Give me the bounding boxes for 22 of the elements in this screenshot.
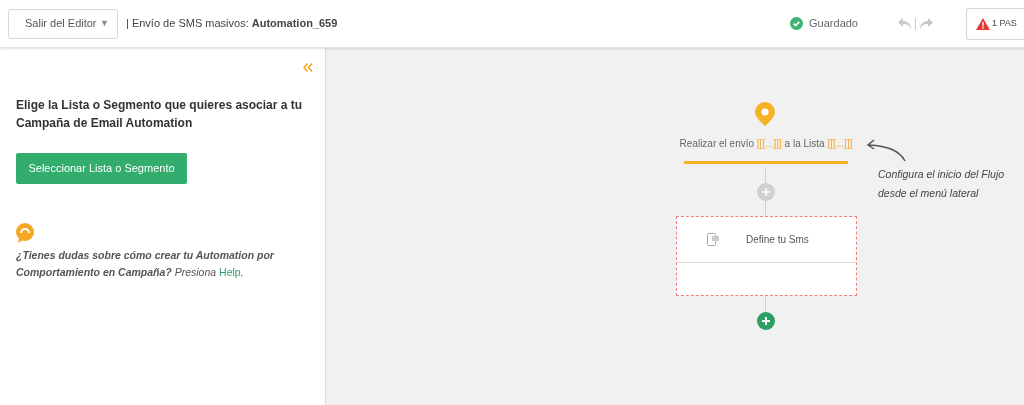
help-link[interactable]: Help: [219, 266, 241, 278]
check-icon: [790, 17, 804, 30]
sidebar-heading: Elige la Lista o Segmento que quieres asociar a tu Campaña de Email Automation: [16, 97, 304, 132]
collapse-icon[interactable]: [303, 63, 313, 72]
campaign-title: | Envío de SMS masivos: Automation_659: [126, 16, 338, 32]
add-step-icon[interactable]: [757, 183, 775, 201]
sms-node-label: Define tu Sms: [746, 233, 809, 247]
curved-arrow: [865, 138, 907, 162]
hint-text: Configura el inicio del Flujo: [878, 167, 1005, 182]
phone-icon: [707, 233, 719, 246]
sms-node[interactable]: Define tu Sms: [676, 216, 857, 296]
help-chat-icon: [16, 223, 34, 243]
add-step-icon[interactable]: [757, 312, 775, 330]
pin-icon: [755, 102, 775, 126]
warning-button[interactable]: 1 PAS: [966, 7, 1024, 40]
exit-editor-dropdown[interactable]: Salir del Editor ▼: [8, 8, 118, 39]
hint-text: desde el menú lateral: [878, 186, 980, 201]
help-text: ¿Tienes dudas sobre cómo crear tu Automation por Comportamiento en Campaña? Presiona Help.: [16, 248, 276, 280]
undo-icon[interactable]: [898, 18, 911, 29]
redo-icon[interactable]: [920, 18, 933, 29]
warning-icon: [976, 17, 990, 30]
save-status: Guardado: [809, 16, 858, 32]
